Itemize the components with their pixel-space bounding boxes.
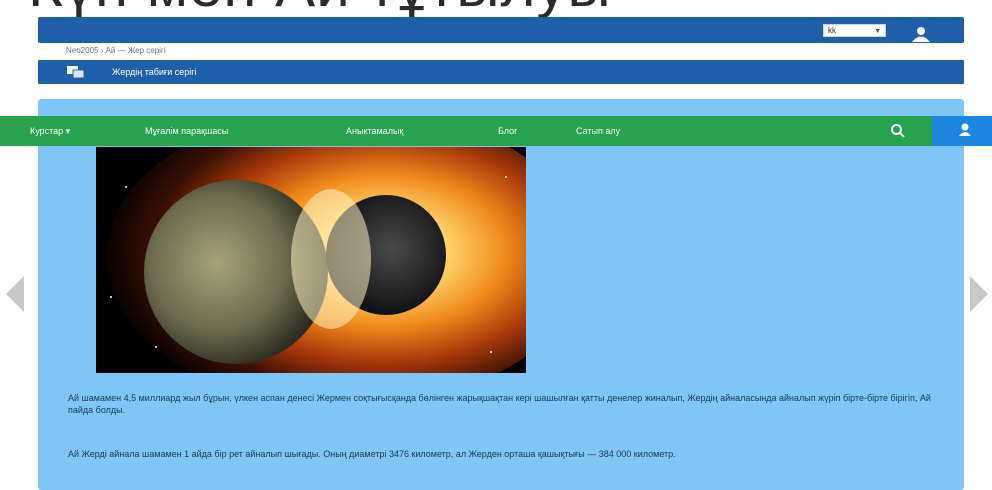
section-title: Жердің табиғи серігі <box>112 67 197 77</box>
nav-user-button[interactable] <box>932 116 992 146</box>
user-icon[interactable] <box>904 20 938 42</box>
arrow-left-icon[interactable] <box>4 272 26 316</box>
language-select[interactable]: kk ▼ <box>823 24 886 37</box>
page-title: Күн мен Ай тұтылуы <box>28 0 612 16</box>
nav-item-reference[interactable]: Аныктамалық <box>346 126 403 136</box>
arrow-right-icon[interactable] <box>968 272 990 316</box>
slide-image <box>96 147 526 373</box>
search-icon[interactable] <box>890 123 906 139</box>
main-nav: Курстар ▾ Мұғалім парақшасы Аныктамалық … <box>0 116 932 146</box>
nav-item-teacher-page[interactable]: Мұғалім парақшасы <box>145 126 228 136</box>
slides-icon <box>66 65 86 79</box>
user-icon <box>959 123 971 136</box>
nav-item-buy[interactable]: Сатып алу <box>576 126 620 136</box>
slide-paragraph: Ай шамамен 4,5 миллиард жыл бұрын, үлкен… <box>68 393 931 415</box>
language-select-value: kk <box>828 26 836 35</box>
nav-item-courses[interactable]: Курстар ▾ <box>30 126 70 137</box>
chevron-down-icon: ▼ <box>874 28 881 35</box>
nav-item-blog[interactable]: Блог <box>498 126 517 136</box>
breadcrumb[interactable]: Neo2005 › Ай — Жер серігі <box>66 46 166 55</box>
slide-paragraph: Ай Жерді айнала шамамен 1 айда бір рет а… <box>68 449 676 459</box>
